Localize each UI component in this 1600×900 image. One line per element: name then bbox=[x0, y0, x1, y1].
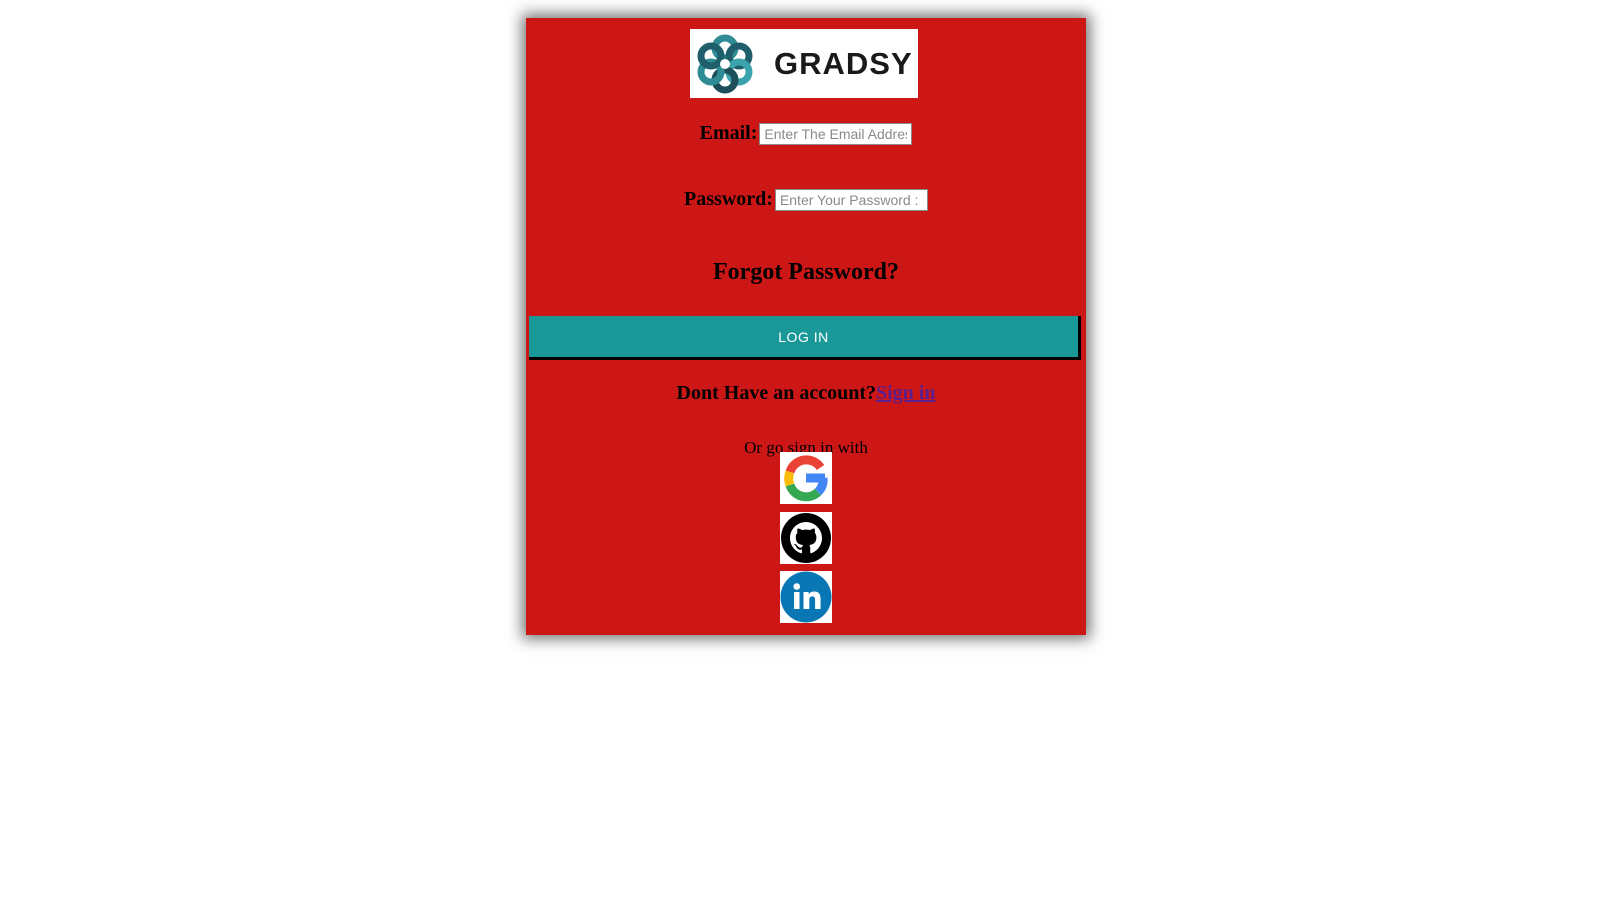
linkedin-icon bbox=[780, 571, 832, 623]
email-row: Email: bbox=[526, 122, 1086, 145]
password-label: Password: bbox=[684, 188, 773, 210]
sign-in-link[interactable]: Sign in bbox=[876, 382, 935, 404]
forgot-password-link[interactable]: Forgot Password? bbox=[526, 259, 1086, 286]
signup-prompt-text: Dont Have an account? bbox=[676, 382, 876, 404]
login-card: GRADSY Email: Password: Forgot Password?… bbox=[526, 18, 1086, 635]
email-label: Email: bbox=[699, 122, 758, 144]
google-icon bbox=[784, 455, 828, 502]
email-input[interactable] bbox=[759, 122, 913, 145]
github-login-button[interactable] bbox=[780, 512, 832, 564]
linkedin-login-button[interactable] bbox=[780, 571, 832, 623]
github-icon bbox=[781, 513, 831, 563]
google-login-button[interactable] bbox=[780, 452, 832, 504]
gradsy-knot-logo-icon bbox=[697, 34, 753, 93]
logo-wordmark: GRADSY bbox=[774, 45, 913, 81]
password-row: Password: bbox=[526, 188, 1086, 211]
login-button[interactable]: LOG IN bbox=[529, 316, 1081, 360]
brand-logo: GRADSY bbox=[690, 29, 918, 98]
signup-prompt: Dont Have an account?Sign in bbox=[526, 382, 1086, 405]
password-input[interactable] bbox=[774, 188, 928, 211]
